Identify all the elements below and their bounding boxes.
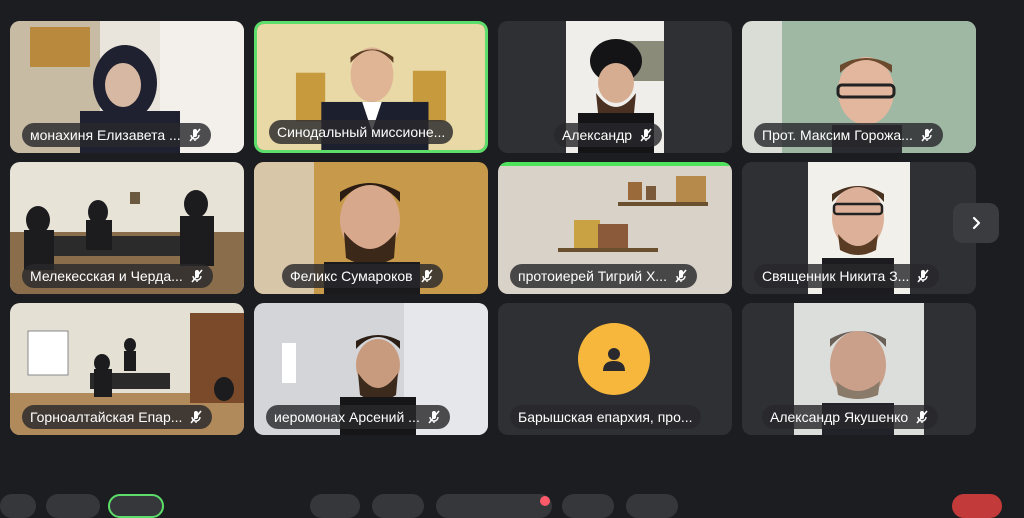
notification-dot (540, 496, 550, 506)
mic-off-icon (921, 128, 933, 142)
mic-off-icon (675, 269, 687, 283)
participant-name: Священник Никита З... (762, 268, 910, 284)
leave-call-button[interactable] (952, 494, 1002, 518)
toolbar-button[interactable] (372, 494, 424, 518)
participant-label: Прот. Максим Горожа... (754, 123, 943, 147)
next-page-button[interactable] (953, 203, 999, 243)
participant-label: иеромонах Арсений ... (266, 405, 450, 429)
avatar (578, 323, 650, 395)
toolbar-button[interactable] (626, 494, 678, 518)
participant-tile[interactable]: Александр Якушенко (742, 303, 976, 435)
toolbar-button[interactable] (0, 494, 36, 518)
participant-label: Александр Якушенко (762, 405, 939, 429)
mic-off-icon (428, 410, 440, 424)
participant-tile[interactable]: Александр (498, 21, 732, 153)
mic-off-icon (420, 269, 433, 283)
participant-label: Горноалтайская Епар... (22, 405, 213, 429)
participant-tile-no-video[interactable]: Барышская епархия, про... (498, 303, 732, 435)
mic-off-icon (189, 128, 201, 142)
participant-label: Священник Никита З... (754, 264, 940, 288)
participant-label: Александр (554, 123, 663, 147)
mic-off-icon (640, 128, 652, 142)
toolbar-button[interactable] (436, 494, 552, 518)
chevron-right-icon (972, 216, 981, 230)
toolbar-button[interactable] (310, 494, 360, 518)
participant-name: Синодальный миссионе... (277, 124, 446, 140)
participant-name: иеромонах Арсений ... (274, 409, 420, 425)
participant-tile[interactable]: Священник Никита З... (742, 162, 976, 294)
participant-label: Барышская епархия, про... (510, 405, 701, 429)
mic-off-icon (190, 410, 203, 424)
participant-label: монахиня Елизавета ... (22, 123, 211, 147)
participant-tile[interactable]: Мелекесская и Черда... (10, 162, 244, 294)
participant-name: Прот. Максим Горожа... (762, 127, 913, 143)
participant-name: Александр (562, 127, 633, 143)
participant-name: Феликс Сумароков (290, 268, 413, 284)
participant-name: Мелекесская и Черда... (30, 268, 183, 284)
video-grid: монахиня Елизавета ... Синодальный мисси… (0, 0, 1024, 460)
participant-name: протоиерей Тигрий Х... (518, 268, 667, 284)
participant-name: Горноалтайская Епар... (30, 409, 183, 425)
participant-tile[interactable]: Прот. Максим Горожа... (742, 21, 976, 153)
mic-off-icon (917, 269, 929, 283)
mic-off-icon (916, 410, 928, 424)
toolbar-button[interactable] (46, 494, 100, 518)
participant-tile-speaking[interactable]: протоиерей Тигрий Х... (498, 162, 732, 294)
bottom-toolbar (0, 494, 1024, 518)
toolbar-button-active[interactable] (108, 494, 164, 518)
participant-tile[interactable]: Горноалтайская Епар... (10, 303, 244, 435)
participant-name: Александр Якушенко (770, 409, 909, 425)
participant-label: протоиерей Тигрий Х... (510, 264, 697, 288)
participant-tile[interactable]: монахиня Елизавета ... (10, 21, 244, 153)
participant-name: Барышская епархия, про... (518, 409, 693, 425)
participant-tile[interactable]: Феликс Сумароков (254, 162, 488, 294)
toolbar-button[interactable] (562, 494, 614, 518)
participant-name: монахиня Елизавета ... (30, 127, 181, 143)
participant-label: Мелекесская и Черда... (22, 264, 213, 288)
participant-label: Синодальный миссионе... (269, 120, 454, 144)
mic-off-icon (191, 269, 203, 283)
participant-tile-active[interactable]: Синодальный миссионе... (254, 21, 488, 153)
person-icon (603, 348, 625, 371)
participant-tile[interactable]: иеромонах Арсений ... (254, 303, 488, 435)
participant-label: Феликс Сумароков (282, 264, 443, 288)
